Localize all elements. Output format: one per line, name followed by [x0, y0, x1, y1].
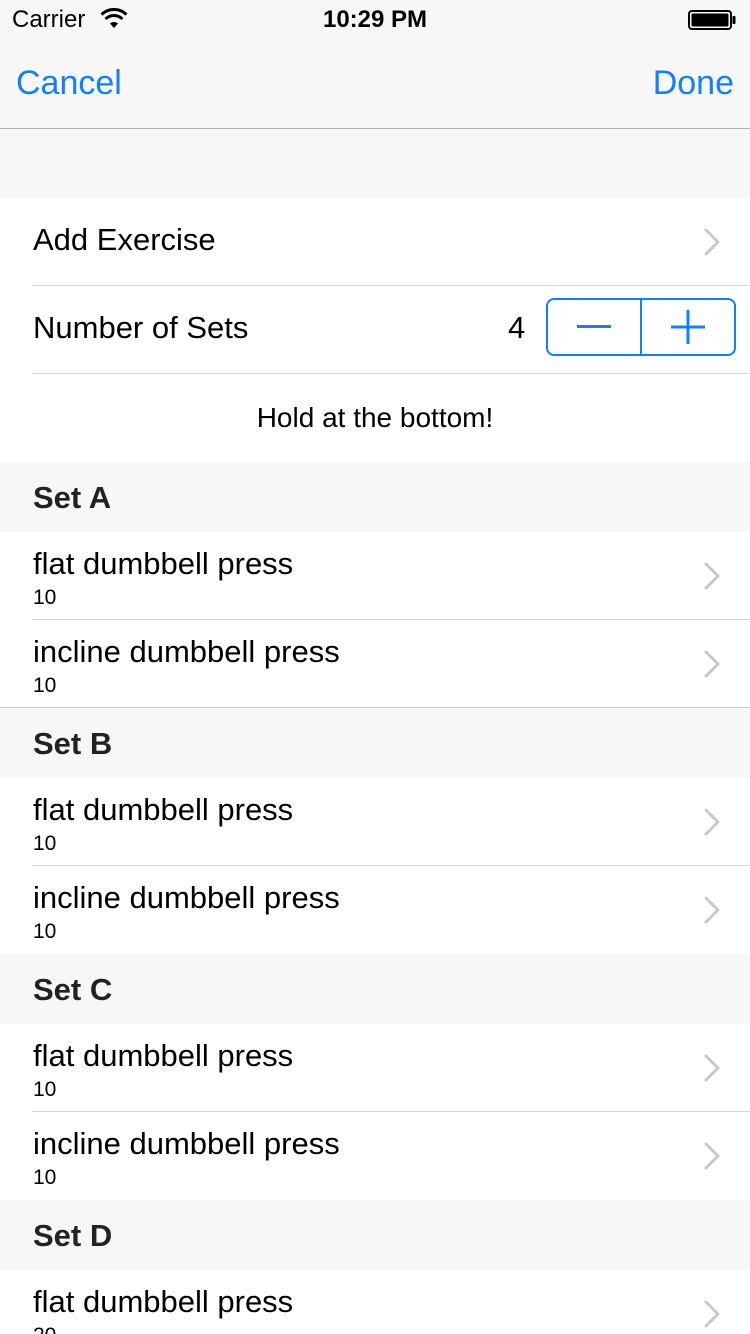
- section-title: Set D: [33, 1218, 113, 1253]
- chevron-right-icon: [704, 808, 720, 836]
- section-header-set-d: Set D: [0, 1200, 750, 1270]
- add-exercise-row[interactable]: Add Exercise: [0, 198, 750, 286]
- table-top-spacer: [0, 129, 750, 198]
- exercise-name: flat dumbbell press: [33, 792, 294, 827]
- exercise-reps: 10: [33, 1078, 57, 1101]
- section-header-set-c: Set C: [0, 954, 750, 1024]
- exercise-name: incline dumbbell press: [33, 1126, 340, 1161]
- row-separator: [32, 373, 750, 374]
- exercise-reps: 20: [33, 1324, 56, 1334]
- exercise-reps: 10: [33, 586, 57, 609]
- section-header-set-a: Set A: [0, 462, 750, 532]
- cancel-button[interactable]: Cancel: [16, 64, 122, 103]
- workout-editor-screen: Carrier 10:29 PM Cancel Done Add Exercis…: [0, 0, 750, 1334]
- navigation-bar: Cancel Done: [0, 40, 750, 129]
- battery-icon: [688, 10, 736, 30]
- section-header-set-b: Set B: [0, 708, 750, 778]
- exercise-row[interactable]: incline dumbbell press 10: [0, 620, 750, 708]
- section-title: Set B: [33, 726, 113, 761]
- chevron-right-icon: [704, 228, 720, 256]
- exercise-row[interactable]: flat dumbbell press 10: [0, 532, 750, 620]
- exercise-name: flat dumbbell press: [33, 1038, 294, 1073]
- add-exercise-label: Add Exercise: [33, 222, 216, 257]
- plus-icon: [671, 310, 705, 344]
- minus-icon: [577, 325, 611, 328]
- exercise-reps: 10: [33, 674, 57, 697]
- chevron-right-icon: [704, 562, 720, 590]
- chevron-right-icon: [704, 1142, 720, 1170]
- exercise-name: flat dumbbell press: [33, 1284, 294, 1319]
- table-view[interactable]: Add Exercise Number of Sets 4 Hold at th…: [0, 129, 750, 1334]
- number-of-sets-value: 4: [508, 310, 526, 345]
- done-button[interactable]: Done: [653, 64, 734, 103]
- chevron-right-icon: [704, 650, 720, 678]
- decrement-button[interactable]: [548, 300, 640, 354]
- chevron-right-icon: [704, 1054, 720, 1082]
- exercise-row[interactable]: incline dumbbell press 10: [0, 866, 750, 954]
- sets-stepper[interactable]: [546, 298, 736, 356]
- section-title: Set C: [33, 972, 113, 1007]
- exercise-row[interactable]: flat dumbbell press 10: [0, 778, 750, 866]
- increment-button[interactable]: [642, 300, 734, 354]
- status-bar: Carrier 10:29 PM: [0, 0, 750, 40]
- exercise-row[interactable]: incline dumbbell press 10: [0, 1112, 750, 1200]
- exercise-name: incline dumbbell press: [33, 880, 340, 915]
- exercise-row[interactable]: flat dumbbell press 10: [0, 1024, 750, 1112]
- section-title: Set A: [33, 480, 112, 515]
- number-of-sets-label: Number of Sets: [33, 310, 249, 345]
- exercise-name: incline dumbbell press: [33, 634, 340, 669]
- number-of-sets-row: Number of Sets 4: [0, 286, 750, 374]
- status-time: 10:29 PM: [322, 6, 428, 33]
- exercise-note: Hold at the bottom!: [0, 374, 750, 462]
- exercise-row[interactable]: flat dumbbell press 20: [0, 1270, 750, 1334]
- exercise-reps: 10: [33, 1166, 57, 1189]
- settings-group: Add Exercise Number of Sets 4 Hold at th…: [0, 198, 750, 462]
- chevron-right-icon: [704, 1300, 720, 1328]
- exercise-name: flat dumbbell press: [33, 546, 294, 581]
- chevron-right-icon: [704, 896, 720, 924]
- exercise-reps: 10: [33, 832, 57, 855]
- exercise-reps: 10: [33, 920, 57, 943]
